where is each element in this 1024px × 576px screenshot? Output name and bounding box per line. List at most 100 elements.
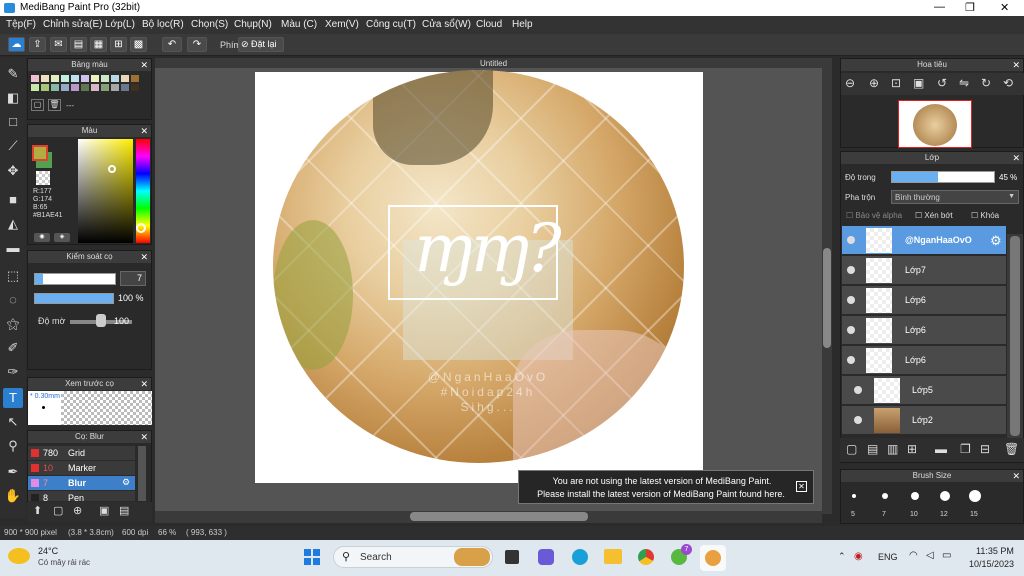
brush-size-dot[interactable] — [852, 494, 856, 498]
eye-icon[interactable] — [854, 416, 862, 424]
palette-swatch[interactable] — [61, 75, 69, 82]
tiles-icon[interactable]: ▩ — [130, 37, 147, 52]
grid-icon[interactable]: ⊞ — [110, 37, 127, 52]
palette-swatch[interactable] — [31, 75, 39, 82]
palette-swatch[interactable] — [31, 84, 39, 91]
battery-icon[interactable]: ▭ — [942, 550, 951, 561]
clock-date[interactable]: 10/15/2023 — [969, 559, 1014, 569]
eye-icon[interactable] — [847, 326, 855, 334]
palette-swatch[interactable] — [91, 75, 99, 82]
brush-list-scrollbar[interactable] — [138, 446, 146, 501]
new-layer-icon[interactable]: ▢ — [846, 442, 857, 456]
eye-icon[interactable] — [847, 266, 855, 274]
update-notification[interactable]: You are not using the latest version of … — [518, 470, 814, 504]
menu-snap[interactable]: Chụp(N) — [234, 19, 272, 30]
bucket-tool-icon[interactable]: ◭ — [3, 214, 23, 234]
layer-scrollbar[interactable] — [1007, 234, 1023, 439]
menu-color[interactable]: Màu (C) — [281, 19, 317, 30]
blend-mode-select[interactable]: Bình thường ▼ — [891, 190, 1019, 204]
horizontal-scrollbar-thumb[interactable] — [410, 512, 588, 521]
vertical-scrollbar-thumb[interactable] — [823, 248, 831, 348]
horizontal-scrollbar[interactable] — [155, 511, 822, 523]
menu-view[interactable]: Xem(V) — [325, 19, 359, 30]
brush-size-dot[interactable] — [911, 492, 919, 500]
wifi-icon[interactable]: ◠ — [909, 550, 918, 561]
close-icon[interactable]: ✕ — [140, 378, 148, 390]
fit-icon[interactable]: ⊡ — [891, 76, 901, 90]
eraser-tool-icon[interactable]: ◧ — [3, 88, 23, 108]
text-tool-icon[interactable]: T — [3, 388, 23, 408]
color-square[interactable] — [78, 139, 133, 243]
menu-cloud[interactable]: Cloud — [476, 19, 502, 30]
brush-size-input[interactable]: 7 — [120, 271, 146, 286]
brush-opacity-slider[interactable] — [34, 293, 114, 304]
palette-swatch[interactable] — [121, 75, 129, 82]
antivirus-icon[interactable]: ◉ — [854, 551, 863, 562]
new-brush-icon[interactable]: ▢ — [53, 504, 63, 517]
palette-swatch[interactable] — [71, 75, 79, 82]
brush-size-dot[interactable] — [969, 490, 981, 502]
transparent-color-swatch[interactable] — [36, 171, 50, 185]
eyedropper-tool-icon[interactable]: ⚲ — [3, 436, 23, 456]
delete-palette-icon[interactable]: 🗑 — [48, 99, 61, 111]
close-icon[interactable]: ✕ — [140, 59, 148, 71]
lock-checkbox[interactable]: ☐ Khóa — [971, 211, 999, 220]
windows-start-icon[interactable] — [304, 549, 320, 565]
comment-icon[interactable]: ✉ — [50, 37, 67, 52]
menu-tools[interactable]: Công cụ(T) — [366, 19, 416, 30]
pen-tool-icon[interactable]: ✒ — [3, 462, 23, 482]
page-icon[interactable]: ▦ — [90, 37, 107, 52]
close-icon[interactable]: ✕ — [140, 125, 148, 137]
gear-icon[interactable]: ⚙ — [990, 233, 1002, 249]
medibang-task[interactable] — [700, 545, 726, 571]
search-box[interactable]: ⚲ Search — [333, 546, 493, 568]
close-icon[interactable]: ✕ — [1012, 470, 1020, 482]
copy-brush-icon[interactable]: ▣ — [99, 504, 109, 517]
palette-swatch[interactable] — [111, 84, 119, 91]
chrome-icon[interactable] — [638, 549, 654, 565]
layer-row[interactable]: Lớp6 — [842, 346, 1006, 375]
close-icon[interactable]: ✕ — [140, 431, 148, 443]
volume-icon[interactable]: ◁ — [926, 550, 934, 561]
eye-icon[interactable] — [854, 386, 862, 394]
file-explorer-icon[interactable] — [604, 549, 622, 564]
close-icon[interactable]: ✕ — [1012, 152, 1020, 164]
select-tool-icon[interactable]: ⬚ — [3, 266, 23, 286]
palette-swatch[interactable] — [101, 84, 109, 91]
merge-layer-icon[interactable]: ⊟ — [980, 442, 990, 456]
actual-size-icon[interactable]: ▣ — [913, 76, 924, 90]
palette-swatch[interactable] — [71, 84, 79, 91]
rect-tool-icon[interactable]: □ — [3, 112, 23, 132]
menu-window[interactable]: Cửa sổ(W) — [422, 19, 471, 30]
move-tool-icon[interactable]: ✥ — [3, 161, 23, 181]
palette-swatch[interactable] — [101, 75, 109, 82]
foreground-color-swatch[interactable] — [32, 145, 48, 161]
brush-item[interactable]: 780 Grid — [28, 446, 135, 460]
protect-alpha-checkbox[interactable]: ☐ Bảo vệ alpha — [846, 211, 902, 220]
menu-layer[interactable]: Lớp(L) — [105, 19, 135, 30]
select-eraser-icon[interactable]: ✑ — [3, 362, 23, 382]
fill-rect-tool-icon[interactable]: ■ — [3, 190, 23, 210]
brush-item[interactable]: 8 Pen — [28, 491, 135, 501]
palette-swatch[interactable] — [61, 84, 69, 91]
brush-item-selected[interactable]: 7 Blur ⚙ — [28, 476, 135, 490]
close-button[interactable]: ✕ — [1000, 1, 1009, 14]
weather-icon[interactable] — [8, 548, 30, 564]
eye-icon[interactable] — [847, 236, 855, 244]
new-color-layer-icon[interactable]: ▤ — [867, 442, 878, 456]
layer-row[interactable]: Lớp6 — [842, 286, 1006, 315]
color-picker-handle[interactable] — [108, 165, 116, 173]
notification-close-icon[interactable]: ✕ — [796, 481, 807, 492]
density-slider-handle[interactable] — [96, 314, 106, 327]
close-icon[interactable]: ✕ — [1012, 59, 1020, 71]
gradient-tool-icon[interactable]: ▬ — [3, 238, 23, 258]
maximize-button[interactable]: ❐ — [965, 1, 975, 14]
folder-icon[interactable]: ▤ — [119, 504, 129, 517]
task-view-icon[interactable] — [505, 550, 519, 564]
minimize-button[interactable]: — — [934, 1, 945, 13]
palette-swatch[interactable] — [131, 84, 139, 91]
menu-help[interactable]: Help — [512, 19, 533, 30]
reset-button[interactable]: ⊘ Đặt lại — [238, 37, 284, 52]
layer-row[interactable]: Lớp2 — [842, 406, 1006, 435]
cloud-icon[interactable]: ☁ — [8, 37, 25, 52]
